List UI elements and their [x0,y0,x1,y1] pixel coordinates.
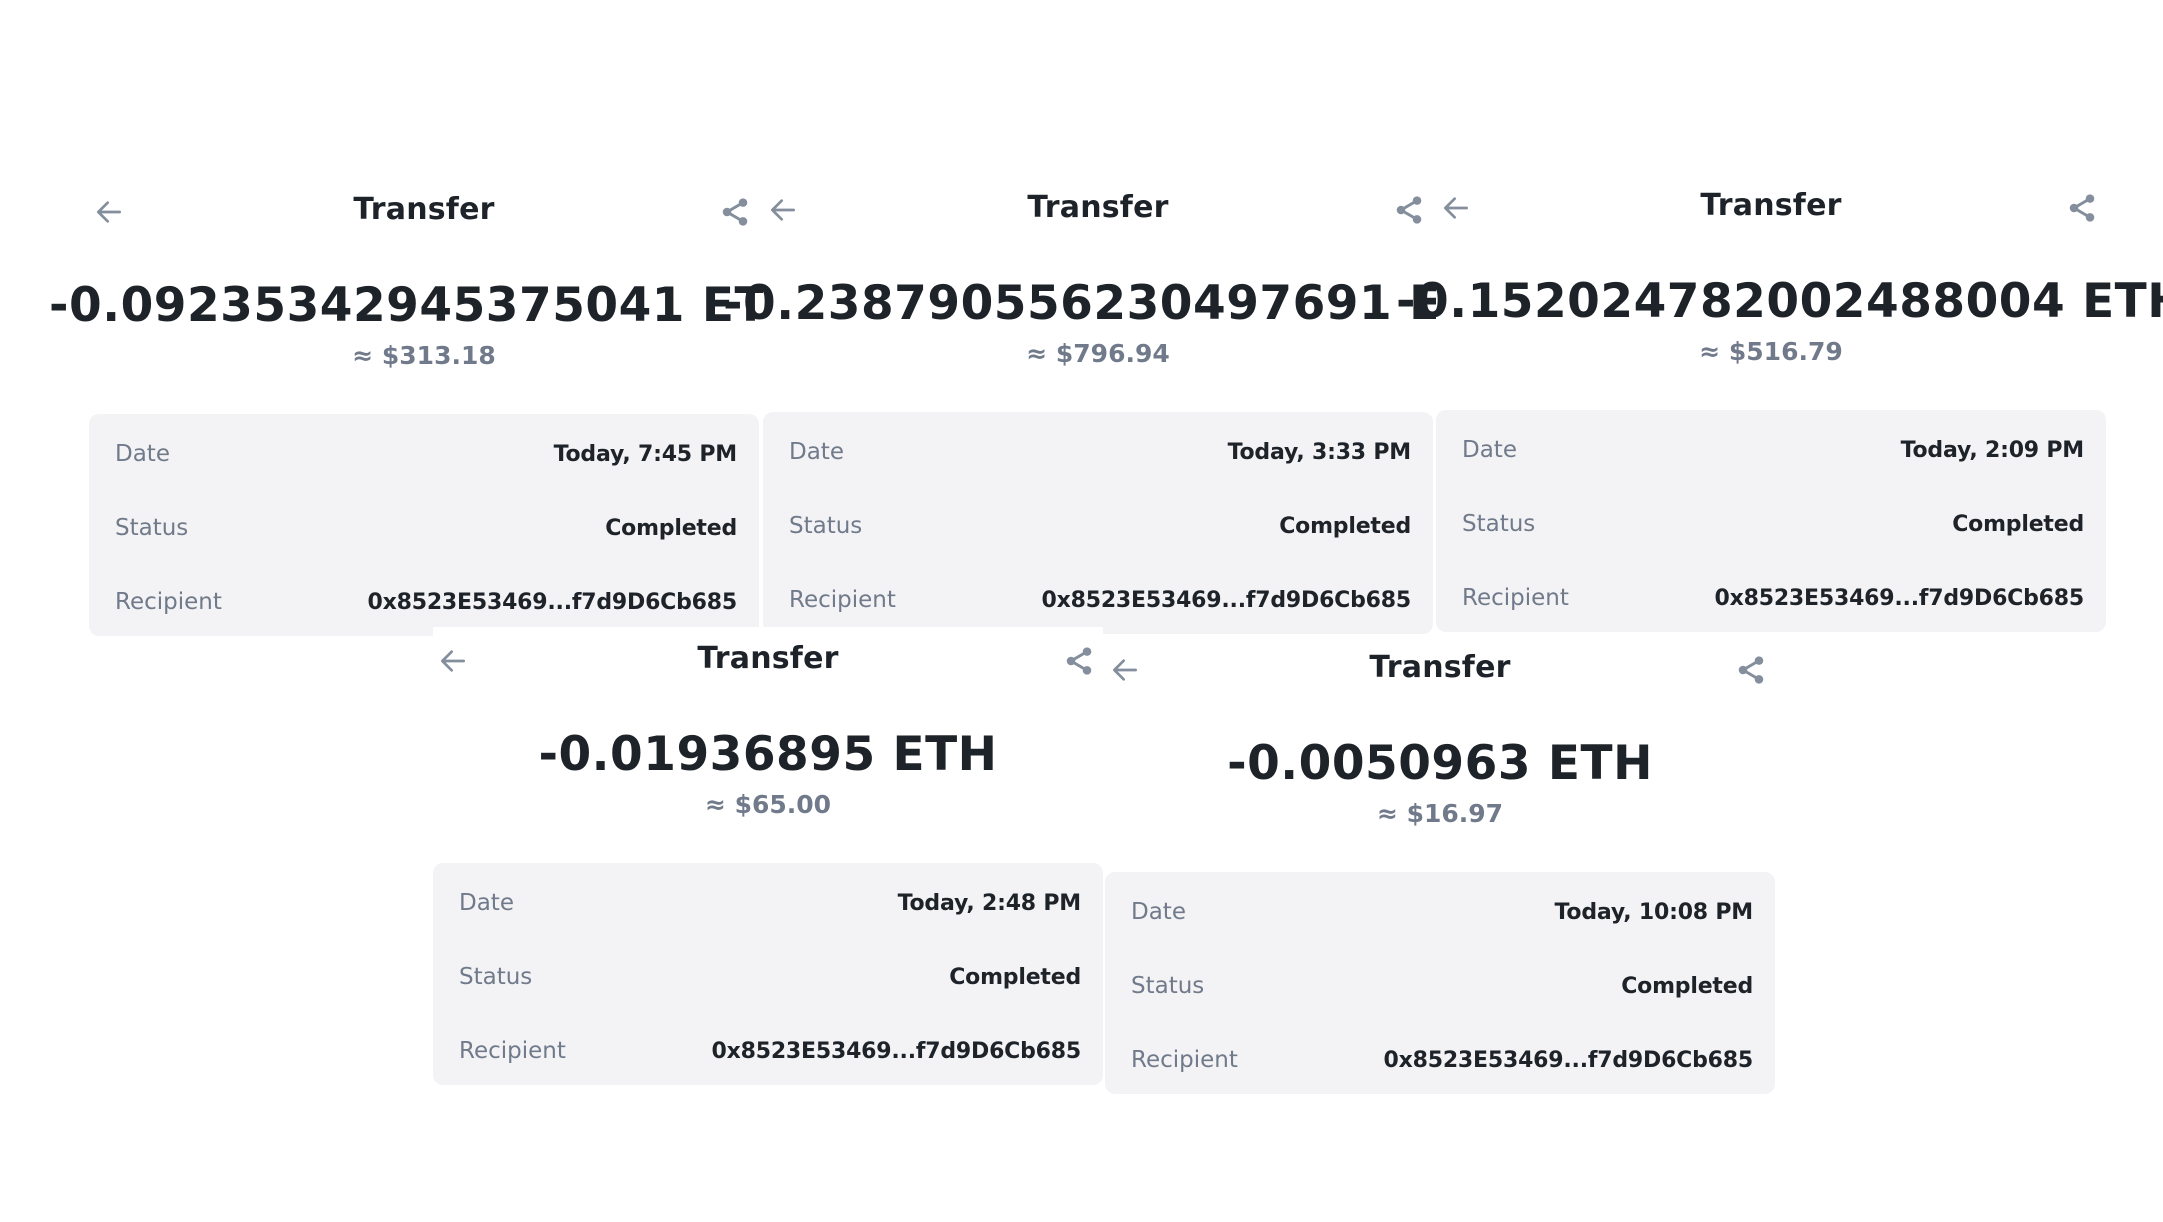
date-value: Today, 2:09 PM [1900,437,2085,463]
share-icon [2069,194,2095,222]
panel-header: Transfer [1105,636,1775,702]
date-value: Today, 3:33 PM [1227,439,1412,465]
share-button[interactable] [715,194,755,230]
share-icon [1738,656,1764,684]
status-label: Status [789,513,863,539]
page-title: Transfer [1027,190,1169,225]
date-value: Today, 7:45 PM [553,441,738,467]
panel-header: Transfer [433,627,1103,693]
detail-row-date: Date Today, 10:08 PM [1131,892,1753,932]
share-button[interactable] [1731,652,1771,688]
page-title: Transfer [353,192,495,227]
status-label: Status [1131,973,1205,999]
detail-row-date: Date Today, 3:33 PM [789,432,1411,472]
fiat-value: ≈ $16.97 [1376,799,1504,828]
detail-row-recipient: Recipient 0x8523E53469...f7d9D6Cb685 [459,1031,1081,1071]
fiat-value: ≈ $65.00 [704,790,832,819]
detail-row-status: Status Completed [1131,966,1753,1006]
recipient-address[interactable]: 0x8523E53469...f7d9D6Cb685 [1042,588,1412,613]
date-value: Today, 2:48 PM [897,890,1082,916]
status-value: Completed [1279,513,1411,539]
date-label: Date [459,890,514,916]
transfer-amount: -0.01936895 ETH [538,727,998,782]
status-value: Completed [949,964,1081,990]
status-value: Completed [605,515,737,541]
transfer-amount: -0.238790556230497691 ETH [723,276,1515,331]
details-card: Date Today, 7:45 PM Status Completed Rec… [89,414,759,636]
details-card: Date Today, 3:33 PM Status Completed Rec… [763,412,1433,634]
panel-header: Transfer [1436,174,2106,240]
details-card: Date Today, 10:08 PM Status Completed Re… [1105,872,1775,1094]
share-button[interactable] [2062,190,2102,226]
date-label: Date [1462,437,1517,463]
details-card: Date Today, 2:09 PM Status Completed Rec… [1436,410,2106,632]
share-button[interactable] [1059,643,1099,679]
detail-row-status: Status Completed [115,508,737,548]
detail-row-status: Status Completed [1462,504,2084,544]
recipient-address[interactable]: 0x8523E53469...f7d9D6Cb685 [368,590,738,615]
date-value: Today, 10:08 PM [1554,899,1754,925]
transfer-panel: Transfer -0.0050963 ETH ≈ $16.97 Date To… [1105,636,1775,1094]
recipient-label: Recipient [459,1038,566,1064]
status-value: Completed [1621,973,1753,999]
recipient-label: Recipient [1462,585,1569,611]
share-button[interactable] [1389,192,1429,228]
transfer-panel: Transfer -0.01936895 ETH ≈ $65.00 Date T… [433,627,1103,1085]
page-title: Transfer [1700,188,1842,223]
detail-row-status: Status Completed [789,506,1411,546]
date-label: Date [1131,899,1186,925]
detail-row-recipient: Recipient 0x8523E53469...f7d9D6Cb685 [115,582,737,622]
detail-row-recipient: Recipient 0x8523E53469...f7d9D6Cb685 [1131,1040,1753,1080]
fiat-value: ≈ $796.94 [1026,339,1170,368]
status-label: Status [115,515,189,541]
transfer-panel: Transfer -0.238790556230497691 ETH ≈ $79… [723,176,1514,634]
transfer-amount: -0.152024782002488004 ETH [1396,274,2163,329]
detail-row-date: Date Today, 7:45 PM [115,434,737,474]
date-label: Date [789,439,844,465]
transfer-amount: -0.0050963 ETH [1227,736,1653,791]
fiat-value: ≈ $516.79 [1699,337,1843,366]
date-label: Date [115,441,170,467]
recipient-address[interactable]: 0x8523E53469...f7d9D6Cb685 [1715,586,2085,611]
status-label: Status [459,964,533,990]
recipient-label: Recipient [115,589,222,615]
detail-row-status: Status Completed [459,957,1081,997]
share-icon [1396,196,1422,224]
share-icon [722,198,748,226]
detail-row-recipient: Recipient 0x8523E53469...f7d9D6Cb685 [1462,578,2084,618]
transfer-amount: -0.09235342945375041 ETH [49,278,807,333]
share-icon [1066,647,1092,675]
transfer-panel: Transfer -0.152024782002488004 ETH ≈ $51… [1396,174,2163,632]
status-value: Completed [1952,511,2084,537]
detail-row-date: Date Today, 2:48 PM [459,883,1081,923]
panel-header: Transfer [89,178,759,244]
detail-row-date: Date Today, 2:09 PM [1462,430,2084,470]
fiat-value: ≈ $313.18 [352,341,496,370]
recipient-label: Recipient [1131,1047,1238,1073]
status-label: Status [1462,511,1536,537]
recipient-label: Recipient [789,587,896,613]
details-card: Date Today, 2:48 PM Status Completed Rec… [433,863,1103,1085]
recipient-address[interactable]: 0x8523E53469...f7d9D6Cb685 [712,1039,1082,1064]
recipient-address[interactable]: 0x8523E53469...f7d9D6Cb685 [1384,1048,1754,1073]
detail-row-recipient: Recipient 0x8523E53469...f7d9D6Cb685 [789,580,1411,620]
transfer-panel: Transfer -0.09235342945375041 ETH ≈ $313… [49,178,806,636]
panel-header: Transfer [763,176,1433,242]
page-title: Transfer [697,641,839,676]
page-title: Transfer [1369,650,1511,685]
